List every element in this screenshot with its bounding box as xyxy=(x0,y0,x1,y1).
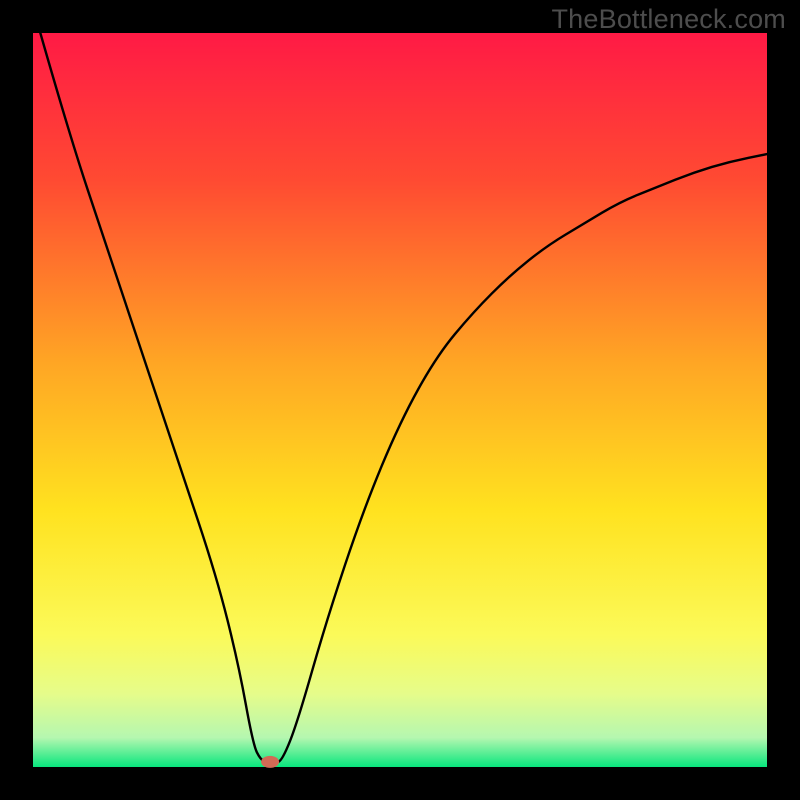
optimal-point-marker xyxy=(261,756,279,768)
watermark-text: TheBottleneck.com xyxy=(551,4,786,35)
plot-background xyxy=(33,33,767,767)
chart-frame: TheBottleneck.com xyxy=(0,0,800,800)
bottleneck-chart xyxy=(0,0,800,800)
